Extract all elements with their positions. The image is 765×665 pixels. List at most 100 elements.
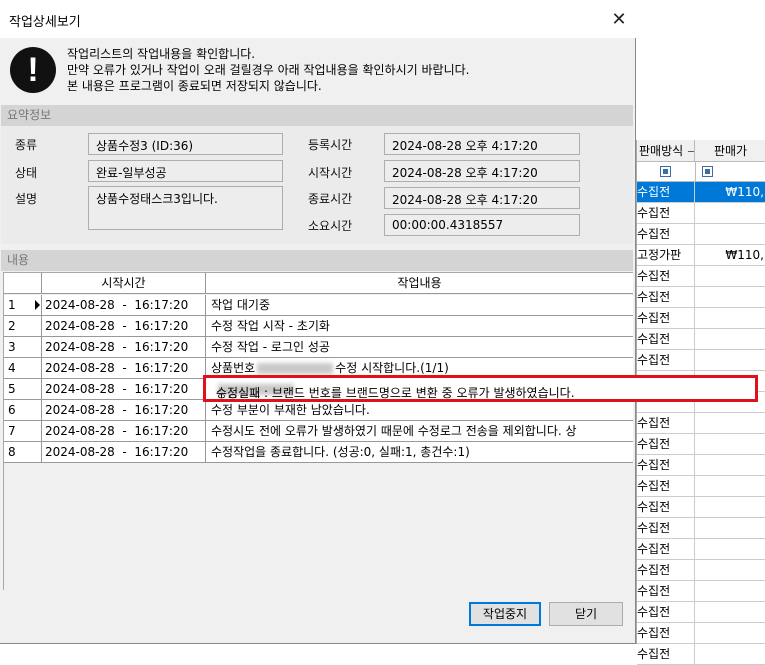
background-grid-row[interactable]: 수집전 <box>637 539 765 560</box>
dialog-title: 작업상세보기 <box>9 15 81 30</box>
status-field[interactable]: 완료-일부성공 <box>88 160 283 182</box>
log-row[interactable]: 7 2024-08-28 - 16:17:20 수정시도 전에 오류가 발생하였기 … <box>4 421 633 442</box>
price-cell <box>695 434 765 455</box>
price-cell <box>695 224 765 245</box>
background-grid-row[interactable]: 수집전 <box>637 455 765 476</box>
info-message: 작업리스트의 작업내용을 확인합니다. <box>67 47 256 61</box>
summary-section-header: 요약정보 <box>1 105 633 126</box>
log-row[interactable]: 8 2024-08-28 - 16:17:20 수정작업을 종료합니다. (성공:0… <box>4 442 633 463</box>
task-content-cell: 수정 작업 시작 - 초기화 <box>211 319 330 333</box>
background-grid-row[interactable]: 수집전 <box>637 203 765 224</box>
background-grid-row[interactable]: 수집전 ₩110, <box>637 182 765 203</box>
price-cell <box>695 560 765 581</box>
log-row[interactable]: 2 2024-08-28 - 16:17:20 수정 작업 시작 - 초기화 <box>4 316 633 337</box>
row-number-header <box>4 273 42 294</box>
background-grid-row[interactable]: 수집전 <box>637 434 765 455</box>
background-grid-row[interactable]: 수집전 <box>637 350 765 371</box>
info-panel: ! 작업리스트의 작업내용을 확인합니다. 만약 오류가 있거나 작업이 오래 … <box>1 38 635 104</box>
sales-method-cell: 고정가판 <box>637 245 695 266</box>
info-message: 만약 오류가 있거나 작업이 오래 걸릴경우 아래 작업내용을 확인하시기 바랍… <box>67 63 470 77</box>
status-label: 상태 <box>15 166 38 180</box>
close-icon[interactable]: ✕ <box>604 6 634 34</box>
funnel-icon[interactable]: ⊣ <box>687 147 694 158</box>
price-cell <box>695 413 765 434</box>
filter-checkbox[interactable] <box>702 166 713 177</box>
close-button[interactable]: 닫기 <box>549 602 623 626</box>
row-number: 6 <box>4 400 42 421</box>
background-grid-row[interactable]: 수집전 <box>637 308 765 329</box>
stop-task-button[interactable]: 작업중지 <box>469 602 541 626</box>
price-cell <box>695 455 765 476</box>
background-grid-row[interactable]: 수집전 <box>637 476 765 497</box>
background-grid-row[interactable]: 수집전 <box>637 623 765 644</box>
background-grid-row[interactable]: 수집전 <box>637 287 765 308</box>
sales-method-cell: 수집전 <box>637 623 695 644</box>
title-bar: 작업상세보기 ✕ <box>0 0 636 38</box>
redacted-product-number <box>257 363 334 374</box>
background-grid-row[interactable]: 수집전 <box>637 413 765 434</box>
sales-method-cell: 수집전 <box>637 182 695 203</box>
content-section-header: 내용 <box>1 250 633 271</box>
sales-method-cell: 수집전 <box>637 518 695 539</box>
task-content-cell: 수정작업을 종료합니다. (성공:0, 실패:1, 총건수:1) <box>211 445 470 459</box>
exclamation-icon: ! <box>10 47 56 93</box>
background-grid-row[interactable]: 수집전 <box>637 518 765 539</box>
end-time-field[interactable]: 2024-08-28 오후 4:17:20 <box>384 187 580 209</box>
row-number: 7 <box>4 421 42 442</box>
background-grid-row[interactable]: 수집전 <box>637 266 765 287</box>
price-cell <box>695 476 765 497</box>
column-header-start-time[interactable]: 시작시간 <box>42 273 206 294</box>
log-row[interactable]: 1 2024-08-28 - 16:17:20 작업 대기중 <box>4 295 633 316</box>
column-header-sales-method[interactable]: 판매방식 ⊣ <box>637 140 695 162</box>
sales-method-cell: 수집전 <box>637 581 695 602</box>
summary-panel: 종류 상품수정3 (ID:36) 상태 완료-일부성공 설명 상품수정태스크3입… <box>1 126 633 244</box>
price-cell <box>695 623 765 644</box>
background-grid-row[interactable]: 수집전 <box>637 329 765 350</box>
sales-method-cell: 수집전 <box>637 539 695 560</box>
row-number: 4 <box>4 358 42 379</box>
background-grid-row[interactable]: 수집전 <box>637 560 765 581</box>
elapsed-time-field[interactable]: 00:00:00.4318557 <box>384 214 580 236</box>
background-grid-row[interactable]: 수집전 <box>637 497 765 518</box>
row-number: 2 <box>4 316 42 337</box>
log-row[interactable]: 3 2024-08-28 - 16:17:20 수정 작업 - 로그인 성공 <box>4 337 633 358</box>
filter-checkbox[interactable] <box>660 166 671 177</box>
task-log-grid: 시작시간 작업내용 1 2024-08-28 - 16:17:20 작업 대기중 2 2… <box>3 272 633 590</box>
background-grid-row[interactable]: 수집전 <box>637 644 765 665</box>
sales-method-cell: 수집전 <box>637 413 695 434</box>
background-grid-row[interactable]: 수집전 <box>637 602 765 623</box>
price-cell: ₩110, <box>725 185 764 199</box>
type-label: 종류 <box>15 138 38 152</box>
error-row-highlight: 상품번호수정실패 : 브랜드 번호를 브랜드명으로 변환 중 오류가 발생하였습… <box>203 375 758 402</box>
sales-method-cell: 수집전 <box>637 602 695 623</box>
price-cell: ₩110, <box>725 248 764 262</box>
start-time-label: 시작시간 <box>308 166 353 180</box>
price-cell <box>695 497 765 518</box>
price-cell <box>695 203 765 224</box>
background-grid-row[interactable]: 수집전 <box>637 581 765 602</box>
start-time-field[interactable]: 2024-08-28 오후 4:17:20 <box>384 160 580 182</box>
registered-time-label: 등록시간 <box>308 138 353 152</box>
background-grid-row[interactable]: 수집전 <box>637 224 765 245</box>
background-grid-row[interactable]: 고정가판 ₩110, <box>637 245 765 266</box>
sales-method-cell: 수집전 <box>637 308 695 329</box>
sales-method-cell: 수집전 <box>637 329 695 350</box>
start-time-cell: 2024-08-28 - 16:17:20 <box>42 295 206 316</box>
task-content-cell: 작업 대기중 <box>211 298 271 312</box>
end-time-label: 종료시간 <box>308 192 353 206</box>
sales-method-cell: 수집전 <box>637 350 695 371</box>
column-header-task-content[interactable]: 작업내용 <box>206 273 633 294</box>
price-cell <box>695 308 765 329</box>
sales-method-cell: 수집전 <box>637 476 695 497</box>
log-row[interactable]: 6 2024-08-28 - 16:17:20 수정 부분이 부재한 남았습니다. <box>4 400 633 421</box>
task-content-cell: 수정 부분이 부재한 남았습니다. <box>211 403 370 417</box>
column-header-price[interactable]: 판매가 <box>695 140 765 162</box>
description-field[interactable]: 상품수정태스크3입니다. <box>88 186 283 230</box>
start-time-cell: 2024-08-28 - 16:17:20 <box>42 316 206 337</box>
start-time-cell: 2024-08-28 - 16:17:20 <box>42 421 206 442</box>
price-cell <box>695 266 765 287</box>
row-number: 3 <box>4 337 42 358</box>
price-cell <box>695 350 765 371</box>
registered-time-field[interactable]: 2024-08-28 오후 4:17:20 <box>384 133 580 155</box>
type-field[interactable]: 상품수정3 (ID:36) <box>88 133 283 155</box>
